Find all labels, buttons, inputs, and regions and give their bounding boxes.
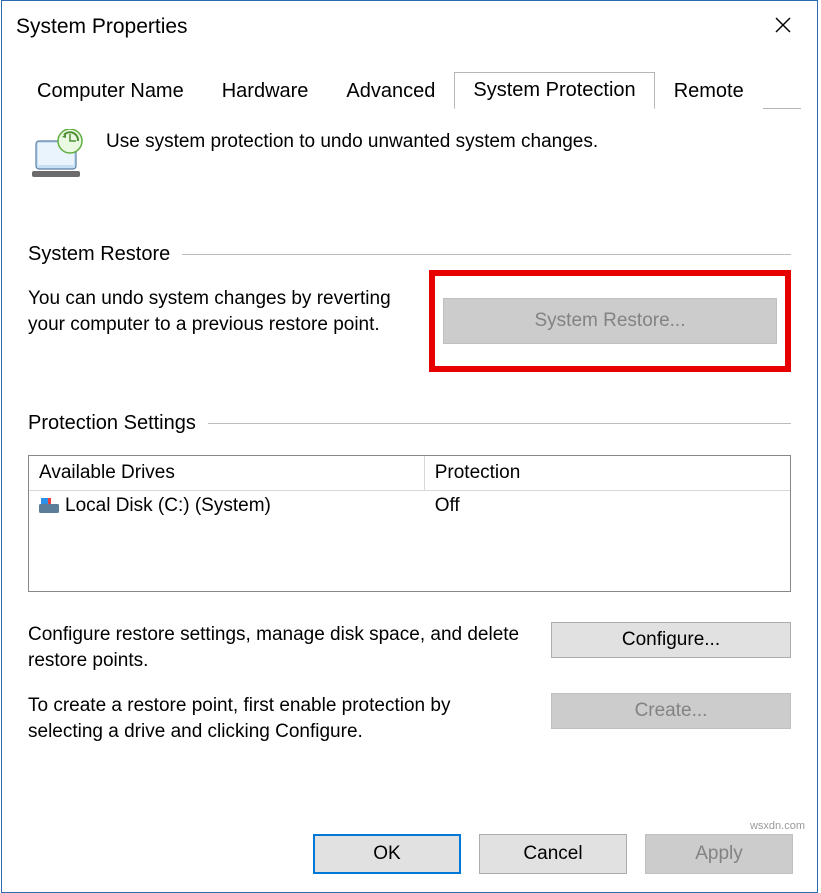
- divider: [182, 254, 791, 255]
- annotation-highlight: System Restore...: [429, 270, 791, 372]
- ok-button[interactable]: OK: [313, 834, 461, 874]
- drive-protection-status: Off: [425, 491, 790, 521]
- group-title-restore: System Restore: [28, 243, 170, 266]
- apply-button[interactable]: Apply: [645, 834, 793, 874]
- group-system-restore: System Restore You can undo system chang…: [28, 243, 791, 372]
- tab-advanced[interactable]: Advanced: [327, 73, 454, 109]
- system-properties-window: System Properties Computer Name Hardware…: [1, 0, 818, 893]
- divider: [208, 423, 791, 424]
- dialog-buttons: OK Cancel Apply: [313, 834, 793, 874]
- group-title-protection: Protection Settings: [28, 412, 196, 435]
- close-icon: [775, 17, 791, 33]
- tabs-bar: Computer Name Hardware Advanced System P…: [18, 71, 801, 109]
- drive-row[interactable]: Local Disk (C:) (System) Off: [29, 491, 790, 521]
- create-description: To create a restore point, first enable …: [28, 693, 529, 744]
- column-header-drives[interactable]: Available Drives: [29, 456, 425, 490]
- close-button[interactable]: [763, 16, 803, 39]
- titlebar: System Properties: [2, 1, 817, 49]
- create-button[interactable]: Create...: [551, 693, 791, 729]
- tab-hardware[interactable]: Hardware: [203, 73, 328, 109]
- system-protection-icon: [28, 129, 86, 187]
- configure-description: Configure restore settings, manage disk …: [28, 622, 529, 673]
- drive-name: Local Disk (C:) (System): [65, 495, 271, 517]
- window-title: System Properties: [16, 15, 188, 39]
- cancel-button[interactable]: Cancel: [479, 834, 627, 874]
- system-restore-button[interactable]: System Restore...: [443, 298, 777, 344]
- disk-icon: [39, 498, 59, 514]
- watermark-source: wsxdn.com: [750, 820, 805, 832]
- tab-panel-system-protection: Use system protection to undo unwanted s…: [2, 109, 817, 795]
- tab-remote[interactable]: Remote: [655, 73, 763, 109]
- tab-system-protection[interactable]: System Protection: [454, 72, 654, 109]
- group-protection-settings: Protection Settings Available Drives Pro…: [28, 412, 791, 745]
- drives-body: Local Disk (C:) (System) Off: [29, 491, 790, 591]
- column-header-protection[interactable]: Protection: [425, 456, 790, 490]
- tab-computer-name[interactable]: Computer Name: [18, 73, 203, 109]
- drives-header: Available Drives Protection: [29, 456, 790, 491]
- configure-button[interactable]: Configure...: [551, 622, 791, 658]
- intro-row: Use system protection to undo unwanted s…: [28, 129, 791, 187]
- intro-text: Use system protection to undo unwanted s…: [106, 129, 598, 153]
- drives-table: Available Drives Protection: [28, 455, 791, 592]
- restore-description: You can undo system changes by reverting…: [28, 286, 413, 337]
